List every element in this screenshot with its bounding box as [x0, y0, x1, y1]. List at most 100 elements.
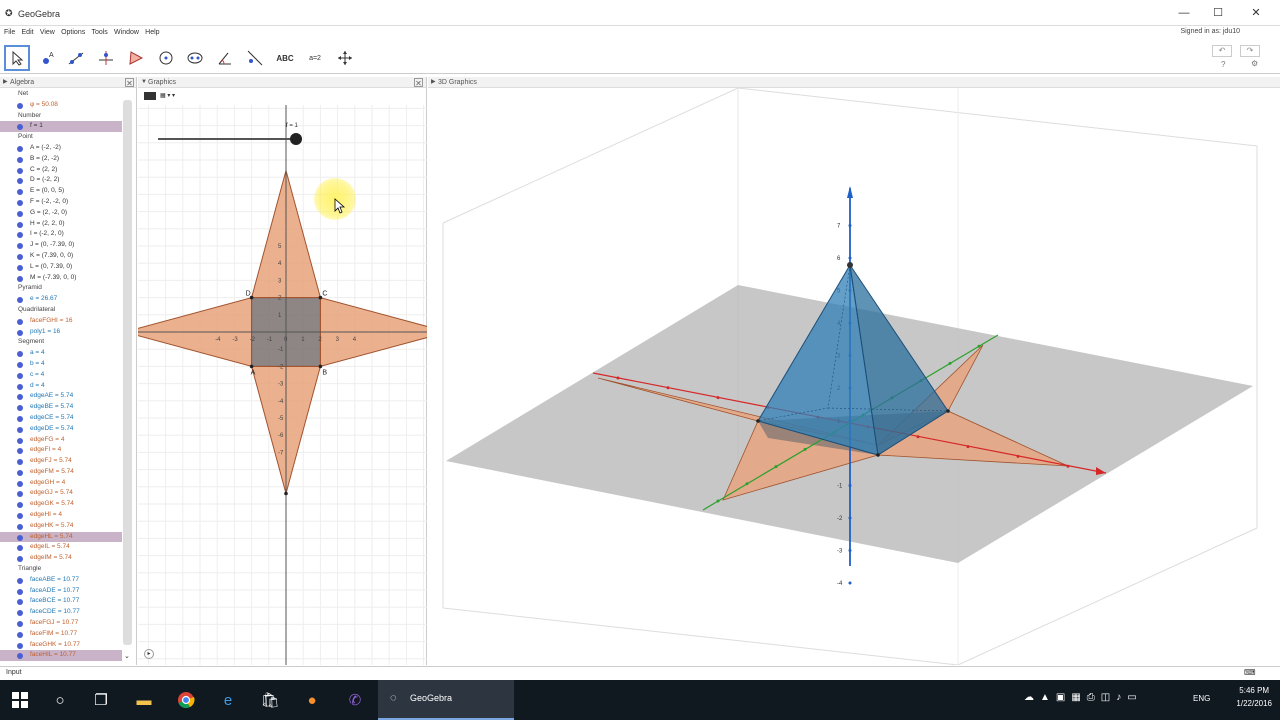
algebra-item[interactable]: edgeDE = 5.74	[0, 424, 122, 435]
algebra-item[interactable]: faceHIL = 10.77	[0, 650, 122, 661]
visibility-toggle-icon[interactable]	[17, 189, 23, 196]
algebra-item[interactable]: edgeGK = 5.74	[0, 499, 122, 510]
visibility-toggle-icon[interactable]	[17, 610, 23, 617]
algebra-category[interactable]: Point	[0, 132, 122, 143]
algebra-item[interactable]: faceFGJ = 10.77	[0, 618, 122, 629]
visibility-toggle-icon[interactable]	[17, 394, 23, 401]
algebra-item[interactable]: D = (-2, 2)	[0, 175, 122, 186]
visibility-toggle-icon[interactable]	[17, 156, 23, 163]
scene-3d-canvas[interactable]: 7654321-1-2-3-4	[428, 88, 1280, 665]
system-tray-icons[interactable]: ☁▲▣▦⎙◫♪▭	[1024, 692, 1143, 703]
algebra-item[interactable]: c = 4	[0, 370, 122, 381]
algebra-item[interactable]: faceCDE = 10.77	[0, 607, 122, 618]
algebra-item[interactable]: f = 1	[0, 121, 122, 133]
visibility-toggle-icon[interactable]	[17, 243, 23, 250]
circle-tool-button[interactable]	[153, 45, 179, 71]
algebra-item[interactable]: edgeGJ = 5.74	[0, 488, 122, 499]
menu-edit[interactable]: Edit	[22, 29, 34, 36]
algebra-category[interactable]: Quadrilateral	[0, 305, 122, 316]
visibility-toggle-icon[interactable]	[17, 221, 23, 228]
visibility-toggle-icon[interactable]	[17, 577, 23, 584]
algebra-item[interactable]: poly1 = 16	[0, 327, 122, 338]
angle-tool-button[interactable]	[212, 45, 238, 71]
visibility-toggle-icon[interactable]	[17, 653, 23, 660]
visibility-toggle-icon[interactable]	[17, 621, 23, 628]
scroll-down-icon[interactable]: ⌄	[124, 652, 130, 660]
algebra-item[interactable]: faceFGHI = 16	[0, 316, 122, 327]
algebra-item[interactable]: C = (2, 2)	[0, 165, 122, 176]
net-canvas[interactable]: -4 -3 -2 -1 0 1 2 3 454321-1-2-3-4-5-6-7D CA Bf = …	[138, 105, 427, 665]
visibility-toggle-icon[interactable]	[17, 361, 23, 368]
graphics-3d-collapse-icon[interactable]: ▶	[431, 77, 436, 88]
algebra-category[interactable]: Pyramid	[0, 283, 122, 294]
graphics-grid-toggle-icon[interactable]: ▦ ▾ ▾	[160, 92, 175, 99]
graphics-collapse-icon[interactable]: ▼	[141, 77, 147, 88]
visibility-toggle-icon[interactable]	[17, 588, 23, 595]
algebra-item[interactable]: edgeFI = 4	[0, 445, 122, 456]
task-view-icon[interactable]: ❐	[89, 688, 113, 712]
algebra-item[interactable]: edgeFJ = 5.74	[0, 456, 122, 467]
graphics-close-icon[interactable]: ✕	[414, 78, 423, 88]
algebra-item[interactable]: B = (2, -2)	[0, 154, 122, 165]
input-label[interactable]: Input	[6, 669, 22, 676]
redo-button[interactable]: ↷	[1240, 45, 1260, 57]
visibility-toggle-icon[interactable]	[17, 426, 23, 433]
visibility-toggle-icon[interactable]	[17, 124, 23, 131]
help-icon[interactable]: ?	[1221, 60, 1225, 69]
menu-file[interactable]: File	[4, 29, 15, 36]
algebra-item[interactable]: edgeHK = 5.74	[0, 521, 122, 532]
algebra-item[interactable]: edgeHI = 4	[0, 510, 122, 521]
maximize-button[interactable]: ☐	[1208, 6, 1228, 20]
visibility-toggle-icon[interactable]	[17, 523, 23, 530]
edge-browser-icon[interactable]: e	[216, 688, 240, 712]
algebra-item[interactable]: I = (-2, 2, 0)	[0, 229, 122, 240]
algebra-item[interactable]: J = (0, -7.39, 0)	[0, 240, 122, 251]
visibility-toggle-icon[interactable]	[17, 599, 23, 606]
visibility-toggle-icon[interactable]	[17, 383, 23, 390]
algebra-item[interactable]: E = (0, 0, 5)	[0, 186, 122, 197]
menu-view[interactable]: View	[40, 29, 55, 36]
search-cortana-icon[interactable]: ○	[48, 688, 72, 712]
algebra-item[interactable]: faceFIM = 10.77	[0, 629, 122, 640]
visibility-toggle-icon[interactable]	[17, 167, 23, 174]
visibility-toggle-icon[interactable]	[17, 405, 23, 412]
graphics-zoom-icon[interactable]: ▸	[144, 649, 154, 659]
visibility-toggle-icon[interactable]	[17, 631, 23, 638]
algebra-item[interactable]: b = 4	[0, 359, 122, 370]
algebra-item[interactable]: edgeBE = 5.74	[0, 402, 122, 413]
visibility-toggle-icon[interactable]	[17, 448, 23, 455]
algebra-item[interactable]: edgeIL = 5.74	[0, 542, 122, 553]
menu-options[interactable]: Options	[61, 29, 85, 36]
menu-tools[interactable]: Tools	[91, 29, 107, 36]
text-tool-button[interactable]: ABC	[272, 45, 298, 71]
chrome-icon[interactable]	[174, 688, 198, 712]
algebra-item[interactable]: edgeGH = 4	[0, 478, 122, 489]
minimize-button[interactable]: —	[1174, 6, 1194, 20]
visibility-toggle-icon[interactable]	[17, 253, 23, 260]
algebra-item[interactable]: F = (-2, -2, 0)	[0, 197, 122, 208]
input-bar[interactable]: Input ⌨	[0, 666, 1280, 680]
line-tool-button[interactable]	[63, 45, 89, 71]
visibility-toggle-icon[interactable]	[17, 415, 23, 422]
graphics-3d-view[interactable]: ▶ 3D Graphics 7654321-1-2-3-4	[428, 77, 1280, 665]
signed-in-status[interactable]: Signed in as: jdu10	[1180, 28, 1240, 35]
input-keyboard-icon[interactable]: ⌨	[1244, 668, 1256, 677]
algebra-item[interactable]: edgeAE = 5.74	[0, 391, 122, 402]
close-button[interactable]: ✕	[1246, 6, 1266, 20]
ellipse-tool-button[interactable]	[182, 45, 208, 71]
perpendicular-tool-button[interactable]	[93, 45, 119, 71]
store-icon[interactable]: 🛍	[258, 688, 282, 712]
algebra-category[interactable]: Net	[0, 89, 122, 100]
visibility-toggle-icon[interactable]	[17, 469, 23, 476]
algebra-item[interactable]: edgeFG = 4	[0, 435, 122, 446]
algebra-category[interactable]: Triangle	[0, 564, 122, 575]
graphics-style-bar-icon[interactable]	[144, 92, 156, 100]
menu-help[interactable]: Help	[145, 29, 159, 36]
algebra-item[interactable]: faceGHK = 10.77	[0, 640, 122, 651]
visibility-toggle-icon[interactable]	[17, 232, 23, 239]
visibility-toggle-icon[interactable]	[17, 556, 23, 563]
algebra-item[interactable]: A = (-2, -2)	[0, 143, 122, 154]
algebra-item[interactable]: H = (2, 2, 0)	[0, 219, 122, 230]
reflect-tool-button[interactable]	[242, 45, 268, 71]
algebra-item[interactable]: M = (-7.39, 0, 0)	[0, 273, 122, 284]
